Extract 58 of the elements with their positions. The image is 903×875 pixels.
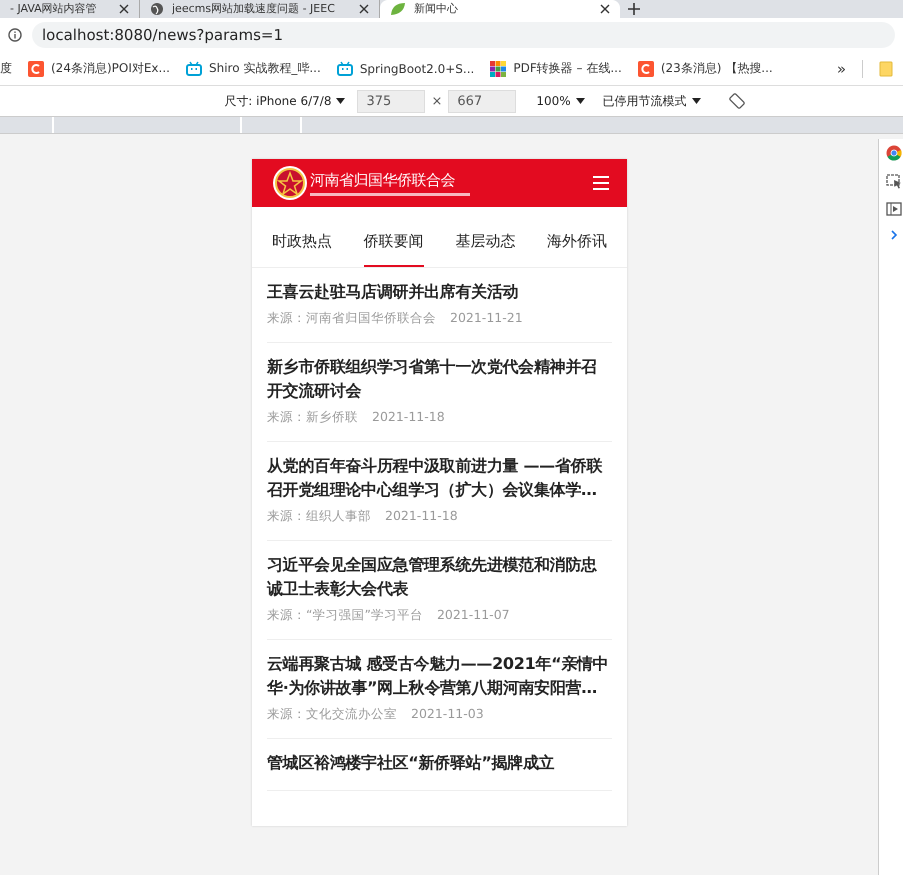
caret-icon [576, 98, 585, 104]
rotate-icon[interactable] [728, 93, 745, 109]
bookmark[interactable]: (24条消息)POI对Ex... [28, 60, 170, 77]
category-tab[interactable]: 海外侨讯 [547, 232, 608, 267]
news-title[interactable]: 新乡市侨联组织学习省第十一次党代会精神并召开交流研讨会 [267, 355, 612, 403]
bookmark[interactable]: Shiro 实战教程_哔... [186, 60, 321, 77]
new-tab-icon[interactable] [628, 3, 640, 15]
news-title[interactable]: 管城区裕鸿楼宇社区“新侨驿站”揭牌成立 [267, 751, 612, 775]
news-source: 来源：“学习强国”学习平台 [267, 607, 423, 624]
bookmark[interactable]: 度 [0, 60, 12, 77]
inspect-icon[interactable] [886, 173, 902, 189]
throttle-dropdown[interactable]: 已停用节流模式 [602, 92, 701, 110]
c-logo-icon [638, 60, 654, 76]
news-date: 2021-11-07 [436, 607, 510, 624]
category-tab[interactable]: 时政热点 [272, 232, 332, 267]
zoom-dropdown[interactable]: 100% [536, 94, 585, 108]
height-field[interactable]: 667 [448, 90, 516, 112]
news-source: 来源：组织人事部 [267, 508, 371, 525]
news-date: 2021-11-21 [450, 310, 523, 327]
panel-icon[interactable] [886, 201, 902, 217]
category-tab[interactable]: 侨联要闻 [364, 232, 424, 267]
news-source: 来源：河南省归国华侨联合会 [267, 310, 436, 327]
width-field[interactable]: 375 [357, 90, 426, 112]
more-bookmarks-button[interactable]: » [836, 60, 846, 78]
tv-icon [336, 60, 353, 76]
info-icon[interactable] [8, 28, 22, 42]
news-date: 2021-11-18 [372, 409, 445, 426]
close-icon[interactable] [119, 4, 129, 14]
news-source: 来源：新乡侨联 [267, 409, 358, 426]
news-source: 来源：文化交流办公室 [267, 706, 397, 723]
news-title[interactable]: 从党的百年奋斗历程中汲取前进力量 ——省侨联召开党组理论中心组学习（扩大）会议集体学… [267, 454, 612, 502]
category-tab[interactable]: 基层动态 [455, 232, 516, 267]
logo-title: 河南省归国华侨联合会 [310, 170, 456, 190]
c-logo-icon [28, 60, 44, 76]
menu-icon[interactable] [593, 176, 609, 190]
device-dropdown[interactable]: 尺寸: iPhone 6/7/8 [224, 92, 346, 110]
bookmark[interactable]: PDF转换器 – 在线... [490, 60, 622, 77]
close-icon[interactable] [359, 4, 369, 14]
news-date: 2021-11-18 [385, 508, 458, 525]
bookmark[interactable]: SpringBoot2.0+S... [336, 60, 474, 76]
caret-icon [336, 98, 346, 104]
address-field[interactable]: localhost:8080/news?params=1 [32, 22, 895, 48]
close-icon[interactable] [600, 4, 610, 14]
emblem-icon [272, 165, 308, 201]
chevron-icon[interactable] [889, 229, 899, 241]
tv-icon [186, 60, 202, 76]
chrome-icon[interactable] [886, 145, 902, 161]
news-title[interactable]: 王喜云赴驻马店调研并出席有关活动 [267, 280, 612, 304]
browser-tab[interactable]: 新闻中心 [380, 0, 620, 18]
caret-icon [692, 98, 701, 104]
times-sign: × [431, 94, 442, 108]
globe-icon [150, 2, 164, 16]
news-date: 2021-11-03 [411, 706, 484, 723]
news-title[interactable]: 习近平会见全国应急管理系统先进模范和消防忠诚卫士表彰大会代表 [267, 553, 612, 601]
news-title[interactable]: 云端再聚古城 感受古今魅力——2021年“亲情中华·为你讲故事”网上秋令营第八期河南安阳营… [267, 652, 612, 700]
color-grid-icon [490, 60, 506, 76]
leaf-icon [390, 2, 406, 16]
bookmark[interactable]: (23条消息) 【热搜... [638, 60, 773, 77]
